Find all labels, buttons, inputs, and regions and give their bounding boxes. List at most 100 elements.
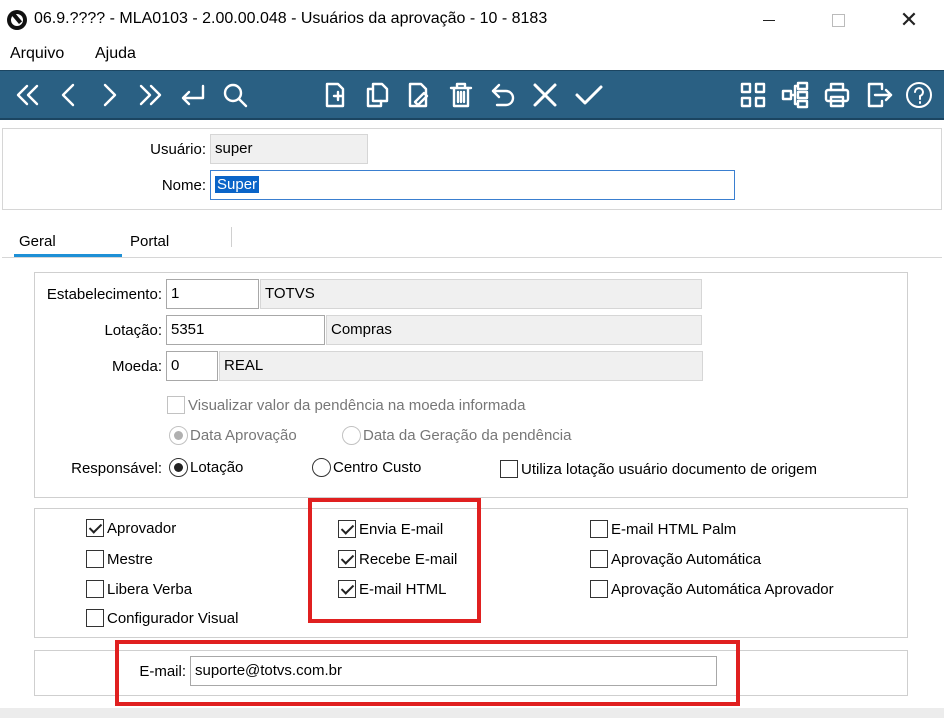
edit-icon: [408, 82, 429, 108]
first-record-button[interactable]: [10, 78, 44, 112]
email-html-label: E-mail HTML: [359, 580, 447, 598]
aprovacao-automatica-aprovador-checkbox[interactable]: Aprovação Automática Aprovador: [590, 580, 834, 598]
checkbox-box: [338, 520, 356, 538]
moeda-label: Moeda:: [111, 358, 162, 375]
edit-button[interactable]: [402, 78, 436, 112]
estabelecimento-label: Estabelecimento:: [46, 286, 162, 303]
email-html-checkbox[interactable]: E-mail HTML: [338, 580, 447, 598]
libera-verba-checkbox[interactable]: Libera Verba: [86, 580, 192, 598]
libera-verba-label: Libera Verba: [107, 580, 193, 598]
estabelecimento-description: TOTVS: [260, 279, 702, 309]
responsavel-centro-custo-label: Centro Custo: [333, 459, 422, 476]
responsavel-centro-custo-radio[interactable]: Centro Custo: [312, 458, 421, 477]
aprovador-label: Aprovador: [107, 519, 177, 537]
menu-ajuda[interactable]: Ajuda: [95, 45, 136, 63]
save-button[interactable]: [572, 78, 606, 112]
tab-portal[interactable]: Portal: [130, 233, 169, 250]
aprovacao-automatica-label: Aprovação Automática: [611, 550, 762, 568]
cancel-button[interactable]: [528, 78, 562, 112]
checkbox-box: [338, 580, 356, 598]
radio-circle: [342, 426, 361, 445]
last-record-button[interactable]: [134, 78, 168, 112]
email-html-palm-label: E-mail HTML Palm: [611, 520, 737, 538]
previous-record-button[interactable]: [52, 78, 86, 112]
radio-circle: [169, 426, 188, 445]
window-title: 06.9.???? - MLA0103 - 2.00.00.048 - Usuá…: [34, 10, 548, 27]
menu-arquivo[interactable]: Arquivo: [10, 45, 64, 63]
aprovador-checkbox[interactable]: Aprovador: [86, 519, 176, 537]
data-aprovacao-radio[interactable]: Data Aprovação: [169, 426, 297, 445]
checkbox-box: [86, 580, 104, 598]
minimize-button[interactable]: [746, 0, 792, 40]
tree-icon: [781, 81, 809, 109]
responsavel-lotacao-radio[interactable]: Lotação: [169, 458, 243, 477]
recebe-email-checkbox[interactable]: Recebe E-mail: [338, 550, 457, 568]
print-icon: [824, 82, 850, 108]
nome-field[interactable]: Super: [210, 170, 735, 200]
nome-label: Nome:: [161, 177, 206, 194]
radio-circle: [312, 458, 331, 477]
exit-button[interactable]: [862, 78, 896, 112]
usuario-field[interactable]: super: [210, 134, 368, 164]
data-geracao-radio[interactable]: Data da Geração da pendência: [342, 426, 571, 445]
new-icon: [325, 82, 345, 108]
grid-icon: [740, 82, 766, 108]
search-icon: [223, 83, 248, 108]
responsavel-lotacao-label: Lotação: [190, 459, 244, 476]
new-button[interactable]: [318, 78, 352, 112]
recebe-email-label: Recebe E-mail: [359, 550, 458, 568]
visualizar-valor-checkbox[interactable]: Visualizar valor da pendência na moeda i…: [167, 396, 525, 414]
print-button[interactable]: [820, 78, 854, 112]
moeda-description: REAL: [219, 351, 703, 381]
checkbox-box: [86, 519, 104, 537]
lotacao-description: Compras: [326, 315, 702, 345]
utiliza-lotacao-checkbox[interactable]: Utiliza lotação usuário documento de ori…: [500, 460, 817, 478]
maximize-button[interactable]: [815, 0, 861, 40]
delete-button[interactable]: [444, 78, 478, 112]
goto-button[interactable]: [176, 78, 210, 112]
email-field[interactable]: suporte@totvs.com.br: [190, 656, 717, 686]
exit-icon: [867, 82, 893, 108]
goto-icon: [181, 84, 205, 106]
aprovacao-automatica-checkbox[interactable]: Aprovação Automática: [590, 550, 761, 568]
search-button[interactable]: [218, 78, 252, 112]
menu-bar: Arquivo Ajuda: [0, 40, 944, 68]
grid-view-button[interactable]: [736, 78, 770, 112]
copy-button[interactable]: [360, 78, 394, 112]
data-geracao-label: Data da Geração da pendência: [363, 427, 572, 444]
tab-geral[interactable]: Geral: [19, 233, 56, 250]
lotacao-label: Lotação:: [104, 322, 162, 339]
email-html-palm-checkbox[interactable]: E-mail HTML Palm: [590, 520, 736, 538]
help-button[interactable]: [902, 78, 936, 112]
help-icon: [906, 82, 932, 108]
estabelecimento-code-field[interactable]: 1: [166, 279, 259, 309]
tab-divider: [2, 257, 942, 258]
undo-button[interactable]: [486, 78, 520, 112]
last-icon: [139, 84, 162, 106]
app-icon: [7, 10, 27, 30]
mestre-label: Mestre: [107, 550, 153, 568]
checkbox-box: [590, 580, 608, 598]
envia-email-checkbox[interactable]: Envia E-mail: [338, 520, 443, 538]
moeda-code-field[interactable]: 0: [166, 351, 218, 381]
tab-separator: [231, 227, 232, 247]
mestre-checkbox[interactable]: Mestre: [86, 550, 153, 568]
checkbox-box: [86, 550, 104, 568]
undo-icon: [491, 83, 515, 107]
delete-icon: [449, 82, 473, 108]
maximize-icon: [831, 13, 845, 27]
configurador-visual-checkbox[interactable]: Configurador Visual: [86, 609, 238, 627]
close-button[interactable]: ✕: [886, 0, 932, 40]
envia-email-label: Envia E-mail: [359, 520, 444, 538]
copy-icon: [366, 82, 389, 108]
next-record-button[interactable]: [92, 78, 126, 112]
checkbox-box: [338, 550, 356, 568]
first-icon: [16, 84, 39, 106]
lotacao-code-field[interactable]: 5351: [166, 315, 325, 345]
bottom-edge: [0, 708, 944, 718]
utiliza-lotacao-label: Utiliza lotação usuário documento de ori…: [521, 460, 817, 478]
checkbox-box: [590, 520, 608, 538]
checkbox-box: [167, 396, 185, 414]
usuario-label: Usuário:: [150, 141, 206, 158]
tree-view-button[interactable]: [778, 78, 812, 112]
